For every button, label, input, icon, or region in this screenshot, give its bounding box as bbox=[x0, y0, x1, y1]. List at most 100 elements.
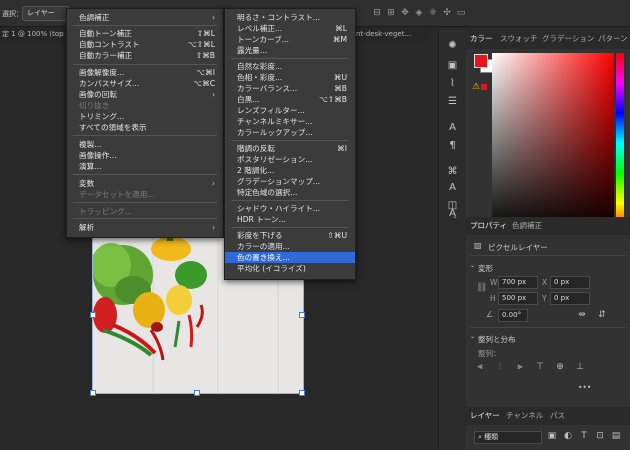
more-options[interactable]: ••• bbox=[578, 383, 591, 392]
menu-item[interactable]: レンズフィルター... bbox=[225, 105, 355, 116]
flip-horizontal-icon[interactable]: ⇹ bbox=[576, 309, 588, 321]
sun-icon[interactable]: ✺ bbox=[446, 39, 459, 52]
y-field[interactable]: 0 px bbox=[550, 292, 590, 305]
image-icon[interactable]: ▣ bbox=[446, 59, 459, 72]
transform-handle[interactable] bbox=[299, 390, 305, 396]
menu-item-label: トーンカーブ... bbox=[237, 35, 289, 44]
layer-filter-dropdown[interactable]: ⌕ 種類 bbox=[474, 431, 542, 444]
menu-item[interactable]: グラデーションマップ... bbox=[225, 176, 355, 187]
menu-item[interactable]: カラールックアップ... bbox=[225, 127, 355, 138]
menu-item[interactable]: 複製... bbox=[67, 139, 223, 150]
filter-smart-object-icon[interactable]: ▤ bbox=[610, 430, 622, 442]
menu-item-shortcut: ⌘U bbox=[333, 73, 347, 82]
align-center-icon[interactable]: ⊞ bbox=[386, 8, 396, 18]
3d-slide-icon[interactable]: ✣ bbox=[442, 8, 452, 18]
align-horizontal-centers-icon[interactable]: ⫶ bbox=[494, 361, 506, 373]
menu-item[interactable]: 明るさ・コントラスト... bbox=[225, 12, 355, 23]
align-left-edges-icon[interactable]: ⫷ bbox=[474, 361, 486, 373]
menu-item[interactable]: 平均化 (イコライズ) bbox=[225, 263, 355, 274]
tab-properties[interactable]: プロパティ bbox=[470, 217, 507, 235]
color-panel-tabbar: カラー スウォッチ グラデーション パターン bbox=[466, 29, 630, 49]
align-vertical-centers-icon[interactable]: ⊕ bbox=[554, 361, 566, 373]
tab-color[interactable]: カラー bbox=[470, 29, 493, 49]
warning-icon[interactable]: ⚠ bbox=[472, 82, 480, 92]
align-top-edges-icon[interactable]: ⊤ bbox=[534, 361, 546, 373]
menu-item[interactable]: カンバスサイズ... ⌥⌘C bbox=[67, 78, 223, 89]
filter-adjustment-icon[interactable]: ◐ bbox=[562, 430, 574, 442]
menu-item[interactable]: 階調の反転 ⌘I bbox=[225, 143, 355, 154]
3d-rotate-icon[interactable]: ✥ bbox=[400, 8, 410, 18]
tab-swatches[interactable]: スウォッチ bbox=[500, 29, 538, 49]
document-tab-2[interactable]: nt-desk-veget... bbox=[356, 27, 430, 41]
filter-pixel-icon[interactable]: ▣ bbox=[546, 430, 558, 442]
menu-item[interactable]: カラーバランス... ⌘B bbox=[225, 83, 355, 94]
menu-item[interactable]: 白黒... ⌥⇧⌘B bbox=[225, 94, 355, 105]
menu-item[interactable]: 自動コントラスト ⌥⇧⌘L bbox=[67, 39, 223, 50]
filter-shape-icon[interactable]: ⊡ bbox=[594, 430, 606, 442]
foreground-color-swatch[interactable] bbox=[474, 54, 488, 68]
menu-item[interactable]: 自然な彩度... bbox=[225, 61, 355, 72]
brush-icon[interactable]: ⌇ bbox=[446, 77, 459, 90]
3d-pan-icon[interactable]: ⁜ bbox=[428, 8, 438, 18]
menu-item[interactable]: すべての領域を表示 bbox=[67, 122, 223, 133]
character-style-icon[interactable]: A bbox=[446, 181, 459, 194]
menu-item[interactable]: 特定色域の選択... bbox=[225, 187, 355, 198]
align-chevron-icon[interactable]: ⌄ bbox=[470, 333, 475, 340]
menu-item[interactable]: HDR トーン... bbox=[225, 214, 355, 225]
select-dropdown[interactable]: レイヤー bbox=[22, 6, 70, 21]
menu-item[interactable]: レベル補正... ⌘L bbox=[225, 23, 355, 34]
document-tab-1[interactable]: 定 1 @ 100% (top-vi bbox=[2, 27, 64, 41]
gamut-swatch[interactable] bbox=[481, 84, 487, 90]
tab-layers[interactable]: レイヤー bbox=[470, 407, 500, 425]
link-icon[interactable]: ⛓ bbox=[476, 283, 487, 293]
menu-item[interactable]: 画像操作... bbox=[67, 150, 223, 161]
menu-item[interactable]: 演算... bbox=[67, 161, 223, 172]
3d-roll-icon[interactable]: ◈ bbox=[414, 8, 424, 18]
menu-item[interactable]: 画像解像度... ⌥⌘I bbox=[67, 67, 223, 78]
menu-item[interactable]: 変数 › bbox=[67, 178, 223, 189]
video-icon[interactable]: ▭ bbox=[456, 8, 466, 18]
tab-patterns[interactable]: パターン bbox=[598, 29, 628, 49]
height-field[interactable]: 500 px bbox=[498, 292, 538, 305]
menu-item[interactable]: 色の置き換え... bbox=[225, 252, 355, 263]
menu-item[interactable]: 解析 › bbox=[67, 222, 223, 233]
menu-item[interactable]: 自動トーン補正 ⇧⌘L bbox=[67, 28, 223, 39]
menu-item[interactable]: 色相・彩度... ⌘U bbox=[225, 72, 355, 83]
menu-item[interactable]: 画像の回転 › bbox=[67, 89, 223, 100]
menu-item[interactable]: 2 階調化... bbox=[225, 165, 355, 176]
angle-field[interactable]: 0.00° bbox=[498, 309, 528, 322]
transform-handle[interactable] bbox=[90, 312, 96, 318]
menu-item[interactable]: 色調補正 › bbox=[67, 12, 223, 23]
character-icon[interactable]: A bbox=[446, 121, 459, 134]
glyphs-icon[interactable]: Ą bbox=[446, 207, 459, 220]
align-right-edges-icon[interactable]: ⫸ bbox=[514, 361, 526, 373]
width-field[interactable]: 700 px bbox=[498, 276, 538, 289]
menu-item[interactable]: 自動カラー補正 ⇧⌘B bbox=[67, 50, 223, 61]
align-bottom-edges-icon[interactable]: ⊥ bbox=[574, 361, 586, 373]
hue-slider[interactable] bbox=[616, 53, 624, 233]
tab-paths[interactable]: パス bbox=[550, 407, 565, 425]
x-field[interactable]: 0 px bbox=[550, 276, 590, 289]
sliders-icon[interactable]: ☰ bbox=[446, 95, 459, 108]
menu-item[interactable]: トーンカーブ... ⌘M bbox=[225, 34, 355, 45]
transform-handle[interactable] bbox=[90, 390, 96, 396]
flip-vertical-icon[interactable]: ⇵ bbox=[596, 309, 608, 321]
tab-gradients[interactable]: グラデーション bbox=[542, 29, 594, 49]
menu-item[interactable]: チャンネルミキサー... bbox=[225, 116, 355, 127]
transform-handle[interactable] bbox=[194, 390, 200, 396]
color-field[interactable] bbox=[492, 53, 614, 233]
paragraph-icon[interactable]: ¶ bbox=[446, 139, 459, 152]
menu-item[interactable]: トリミング... bbox=[67, 111, 223, 122]
menu-item[interactable]: ポスタリゼーション... bbox=[225, 154, 355, 165]
transform-handle[interactable] bbox=[299, 312, 305, 318]
menu-item[interactable]: カラーの適用... bbox=[225, 241, 355, 252]
tab-channels[interactable]: チャンネル bbox=[506, 407, 543, 425]
menu-item[interactable]: シャドウ・ハイライト... bbox=[225, 203, 355, 214]
menu-item[interactable]: 露光量... bbox=[225, 45, 355, 56]
tab-adjustments[interactable]: 色調補正 bbox=[512, 217, 542, 235]
glyph-icon[interactable]: ⌘ bbox=[446, 165, 459, 178]
menu-item[interactable]: 彩度を下げる ⇧⌘U bbox=[225, 230, 355, 241]
align-left-icon[interactable]: ⊟ bbox=[372, 8, 382, 18]
transform-chevron-icon[interactable]: ⌄ bbox=[470, 262, 475, 269]
filter-type-icon[interactable]: T bbox=[578, 430, 590, 442]
